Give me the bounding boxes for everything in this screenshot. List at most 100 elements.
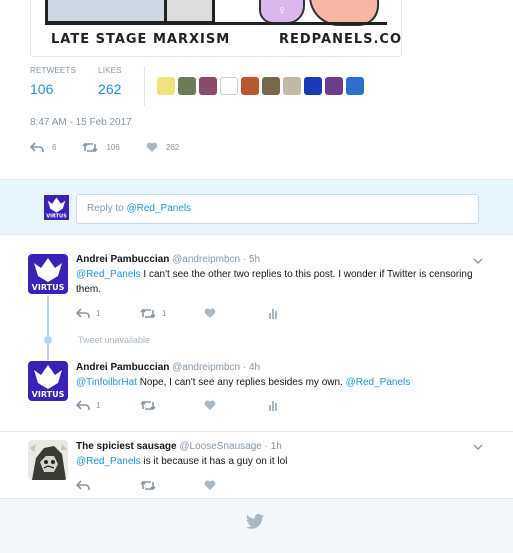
comic-frame bbox=[45, 22, 387, 25]
liker-avatar[interactable] bbox=[345, 77, 364, 95]
timeline-footer bbox=[0, 498, 513, 553]
tweet-text-body: is it because it has a guy on it lol bbox=[140, 456, 288, 467]
retweet-button[interactable]: 106 bbox=[82, 142, 120, 153]
reply-icon bbox=[76, 480, 90, 490]
comic-panel bbox=[45, 0, 167, 24]
tweet-text-body: Nope, I can't see any replies besides my… bbox=[136, 377, 346, 388]
retweet-icon bbox=[140, 308, 156, 319]
like-button[interactable] bbox=[204, 308, 268, 319]
like-button[interactable] bbox=[204, 400, 268, 411]
reply-icon bbox=[76, 308, 90, 318]
tweet-text: @Red_Panels is it because it has a guy o… bbox=[76, 454, 477, 469]
liker-avatar[interactable] bbox=[324, 77, 343, 95]
reply-input[interactable]: Reply to @Red_Panels bbox=[76, 194, 479, 224]
analytics-button[interactable] bbox=[268, 400, 332, 411]
tweet-body: Andrei Pambuccian @andreipmbcn · 4h @Tin… bbox=[76, 362, 477, 390]
reply-count: 1 bbox=[96, 401, 101, 410]
tweet-timestamp[interactable]: 8:47 AM - 15 Feb 2017 bbox=[30, 117, 132, 128]
tweet-body: Andrei Pambuccian @andreipmbcn · 5h @Red… bbox=[76, 254, 477, 297]
author-handle-time[interactable]: @andreipmbcn · 5h bbox=[172, 254, 260, 265]
divider bbox=[0, 431, 513, 432]
reply-button[interactable]: 1 bbox=[76, 308, 140, 319]
analytics-icon bbox=[269, 401, 277, 411]
heart-icon bbox=[146, 142, 158, 152]
likes-count[interactable]: 262 bbox=[98, 81, 122, 97]
thread-dot bbox=[44, 336, 52, 344]
liker-avatar[interactable] bbox=[261, 77, 280, 95]
comic-image[interactable]: ♀ LATE STAGE MARXISM REDPANELS.COM bbox=[30, 0, 402, 57]
twitter-bird-icon[interactable] bbox=[246, 514, 264, 529]
mention-link[interactable]: @Red_Panels bbox=[76, 456, 141, 467]
chevron-down-icon[interactable] bbox=[473, 256, 483, 266]
mention-link[interactable]: @Red_Panels bbox=[346, 377, 411, 388]
liker-avatar[interactable] bbox=[282, 77, 301, 95]
heart-icon bbox=[204, 480, 216, 490]
comic-panel bbox=[167, 0, 215, 24]
liker-avatar[interactable] bbox=[156, 77, 175, 95]
likes-label: LIKES bbox=[98, 66, 122, 75]
tweet-actions: 6 106 262 bbox=[30, 142, 205, 153]
retweet-button[interactable] bbox=[140, 400, 204, 411]
thread-line bbox=[47, 296, 49, 360]
like-button[interactable] bbox=[204, 480, 268, 491]
liker-avatars bbox=[156, 66, 364, 106]
retweets-label: RETWEETS bbox=[30, 66, 77, 75]
likes-stat[interactable]: LIKES 262 bbox=[98, 66, 144, 106]
retweet-icon bbox=[82, 142, 99, 153]
tweet-text: @TinfoilbrHat Nope, I can't see any repl… bbox=[76, 375, 477, 390]
tweet-actions bbox=[76, 480, 268, 491]
liker-avatar[interactable] bbox=[303, 77, 322, 95]
retweets-stat[interactable]: RETWEETS 106 bbox=[30, 66, 98, 106]
svg-text:VIRTUS: VIRTUS bbox=[46, 214, 67, 220]
tweet-header: Andrei Pambuccian @andreipmbcn · 5h bbox=[76, 254, 477, 265]
tweet-actions: 1 bbox=[76, 400, 332, 411]
avatar[interactable]: VIRTUS bbox=[28, 361, 68, 401]
author-name[interactable]: Andrei Pambuccian bbox=[76, 254, 169, 265]
tweet-stats: RETWEETS 106 LIKES 262 bbox=[30, 66, 364, 106]
liker-avatar[interactable] bbox=[240, 77, 259, 95]
divider bbox=[143, 66, 145, 106]
author-name[interactable]: Andrei Pambuccian bbox=[76, 362, 169, 373]
reply-prefix: Reply to bbox=[87, 203, 127, 214]
tweet-body: The spiciest sausage @LooseSnausage · 1h… bbox=[76, 441, 477, 469]
avatar-text: VIRTUS bbox=[32, 283, 65, 292]
tweet-header: The spiciest sausage @LooseSnausage · 1h bbox=[76, 441, 477, 452]
analytics-icon bbox=[269, 309, 277, 319]
reply-count: 1 bbox=[96, 309, 101, 318]
reply-handle: @Red_Panels bbox=[126, 203, 192, 214]
retweet-count: 106 bbox=[106, 143, 120, 152]
retweets-count[interactable]: 106 bbox=[30, 81, 76, 97]
reply-count: 6 bbox=[52, 143, 57, 152]
comic-caption: LATE STAGE MARXISM bbox=[51, 32, 231, 47]
reply-button[interactable] bbox=[76, 480, 140, 491]
liker-avatar[interactable] bbox=[219, 77, 238, 95]
mention-link[interactable]: @TinfoilbrHat bbox=[76, 377, 137, 388]
like-count: 262 bbox=[165, 143, 180, 152]
analytics-button[interactable] bbox=[268, 308, 332, 319]
heart-icon bbox=[204, 400, 216, 410]
avatar-text: VIRTUS bbox=[32, 390, 65, 399]
reply-button[interactable]: 1 bbox=[76, 400, 140, 411]
author-handle-time[interactable]: @andreipmbcn · 4h bbox=[172, 362, 260, 373]
venus-symbol-icon: ♀ bbox=[277, 2, 288, 18]
reply-icon bbox=[30, 142, 44, 152]
retweet-button[interactable]: 1 bbox=[140, 308, 204, 319]
avatar[interactable] bbox=[28, 440, 68, 480]
reply-icon bbox=[76, 400, 90, 410]
author-name[interactable]: The spiciest sausage bbox=[76, 441, 177, 452]
author-handle-time[interactable]: @LooseSnausage · 1h bbox=[179, 441, 281, 452]
tweet-actions: 1 1 bbox=[76, 308, 332, 319]
tweet-unavailable: Tweet unavailable bbox=[78, 335, 151, 345]
heart-icon bbox=[204, 308, 216, 318]
like-button[interactable]: 262 bbox=[146, 142, 179, 153]
mention-link[interactable]: @Red_Panels bbox=[76, 269, 141, 280]
liker-avatar[interactable] bbox=[177, 77, 196, 95]
comic-watermark: REDPANELS.COM bbox=[279, 32, 402, 47]
avatar[interactable]: VIRTUS bbox=[28, 254, 68, 294]
chevron-down-icon[interactable] bbox=[473, 442, 483, 452]
reply-composer: VIRTUS Reply to @Red_Panels bbox=[0, 179, 513, 235]
retweet-button[interactable] bbox=[140, 480, 204, 491]
reply-button[interactable]: 6 bbox=[30, 142, 56, 153]
liker-avatar[interactable] bbox=[198, 77, 217, 95]
avatar: VIRTUS bbox=[44, 195, 69, 220]
